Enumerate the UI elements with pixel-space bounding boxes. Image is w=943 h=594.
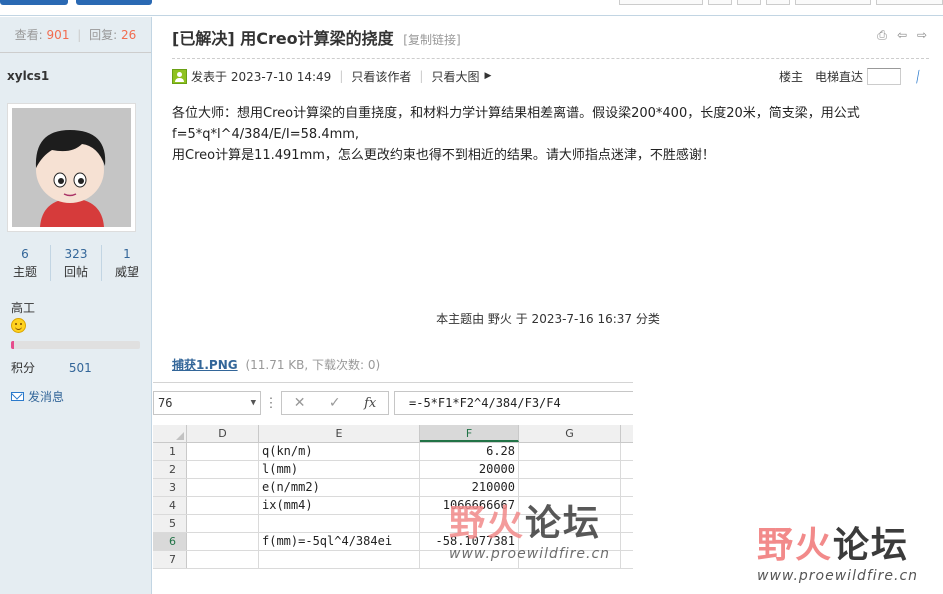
sheet-grid: D E F G 1 q(kn/m) 6.28 2 l(mm) 20000 3 e… bbox=[153, 425, 633, 569]
confirm-icon: ✓ bbox=[328, 395, 341, 411]
send-message-link[interactable]: 发消息 bbox=[11, 388, 64, 405]
attachment-info: (11.71 KB, 下载次数: 0) bbox=[245, 358, 381, 372]
table-row: 4 ix(mm4) 1066666667 bbox=[153, 497, 633, 515]
pager-btn[interactable] bbox=[876, 0, 943, 5]
floor-tools: 楼主 电梯直达 ⟋ bbox=[767, 65, 932, 87]
title-tools: ⎙ ⇦ ⇨ bbox=[875, 29, 929, 41]
post-content: 各位大师：想用Creo计算梁的自重挠度，和材料力学计算结果相差离谱。假设梁200… bbox=[172, 103, 922, 166]
attachment-link[interactable]: 捕获1.PNG bbox=[172, 358, 238, 372]
more-dots-icon: ⋮ bbox=[264, 395, 278, 411]
reply-count: 26 bbox=[121, 28, 137, 42]
online-user-icon bbox=[172, 68, 187, 84]
table-row: 6 f(mm)=-5ql^4/384ei -58.1077381 bbox=[153, 533, 633, 551]
floor-label: 楼主 bbox=[778, 69, 803, 84]
count-prestige[interactable]: 1 威望 bbox=[102, 245, 152, 281]
floor-jump-input[interactable] bbox=[867, 67, 901, 85]
go-icon[interactable]: ⟋ bbox=[910, 65, 932, 87]
table-row: 1 q(kn/m) 6.28 bbox=[153, 443, 633, 461]
cancel-icon: ✕ bbox=[293, 395, 306, 411]
jump-label: 电梯直达 bbox=[814, 69, 863, 84]
content-line: 各位大师：想用Creo计算梁的自重挠度，和材料力学计算结果相差离谱。假设梁200… bbox=[172, 106, 860, 142]
count-topics[interactable]: 6 主题 bbox=[0, 245, 51, 281]
author-sidebar: 查看: 901 | 回复: 26 xylcs1 6 主题 323 回帖 1 威望… bbox=[0, 17, 152, 594]
formula-buttons: ✕ ✓ fx bbox=[281, 391, 389, 415]
author-score: 积分 501 bbox=[11, 361, 92, 375]
thread-stats: 查看: 901 | 回复: 26 bbox=[0, 17, 151, 53]
pager-btn[interactable] bbox=[737, 0, 761, 5]
post-time: 发表于 2023-7-10 14:49 bbox=[191, 69, 332, 84]
mail-icon bbox=[11, 392, 24, 401]
content-line: 用Creo计算是11.491mm，怎么更改约束也得不到相近的结果。请大师指点迷津… bbox=[172, 148, 715, 163]
play-arrow-icon[interactable]: ▶ bbox=[484, 71, 491, 81]
attachment-image-spreadsheet[interactable]: 76 ▼ ⋮ ✕ ✓ fx =-5*F1*F2^4/384/F3/F4 D E … bbox=[153, 382, 633, 572]
post-title: [已解决] 用Creo计算梁的挠度 [复制链接] bbox=[172, 29, 461, 48]
name-box: 76 ▼ bbox=[153, 391, 261, 415]
top-button-left[interactable] bbox=[0, 0, 68, 5]
avatar[interactable] bbox=[7, 103, 136, 232]
post-meta: 发表于 2023-7-10 14:49 | 只看该作者 | 只看大图 ▶ 楼主 … bbox=[172, 65, 932, 87]
pager-btn[interactable] bbox=[795, 0, 871, 5]
formula-bar: 76 ▼ ⋮ ✕ ✓ fx =-5*F1*F2^4/384/F3/F4 bbox=[153, 390, 633, 416]
prev-thread-icon[interactable]: ⇦ bbox=[895, 29, 909, 41]
rank-progress-bar bbox=[11, 341, 140, 349]
print-icon[interactable]: ⎙ bbox=[875, 29, 889, 41]
pager-box[interactable] bbox=[619, 0, 703, 5]
classify-note: 本主题由 野火 于 2023-7-16 16:37 分类 bbox=[436, 312, 660, 326]
table-row: 3 e(n/mm2) 210000 bbox=[153, 479, 633, 497]
copy-link[interactable]: [复制链接] bbox=[403, 33, 460, 47]
smiley-rank-icon bbox=[11, 318, 26, 333]
table-row: 5 bbox=[153, 515, 633, 533]
view-large-link[interactable]: 只看大图 bbox=[431, 68, 479, 85]
table-row: 2 l(mm) 20000 bbox=[153, 461, 633, 479]
count-replies[interactable]: 323 回帖 bbox=[51, 245, 102, 281]
dropdown-icon: ▼ bbox=[250, 398, 256, 408]
top-button-right[interactable] bbox=[76, 0, 152, 5]
title-divider bbox=[172, 58, 929, 59]
view-count: 901 bbox=[46, 28, 70, 42]
avatar-illustration bbox=[12, 108, 131, 227]
author-username[interactable]: xylcs1 bbox=[7, 69, 49, 83]
table-row: 7 bbox=[153, 551, 633, 569]
pager-btn[interactable] bbox=[766, 0, 790, 5]
fx-icon: fx bbox=[364, 395, 377, 411]
next-thread-icon[interactable]: ⇨ bbox=[915, 29, 929, 41]
rank-progress-fill bbox=[11, 341, 14, 349]
pager-btn[interactable] bbox=[708, 0, 732, 5]
formula-text: =-5*F1*F2^4/384/F3/F4 bbox=[394, 391, 633, 415]
select-all-corner bbox=[153, 425, 187, 442]
column-headers: D E F G bbox=[153, 425, 633, 443]
top-strip bbox=[0, 0, 943, 16]
attachment: 捕获1.PNG (11.71 KB, 下载次数: 0) bbox=[172, 356, 380, 373]
author-rank: 高工 bbox=[11, 301, 36, 315]
author-counts: 6 主题 323 回帖 1 威望 bbox=[0, 245, 152, 281]
only-author-link[interactable]: 只看该作者 bbox=[351, 68, 411, 85]
